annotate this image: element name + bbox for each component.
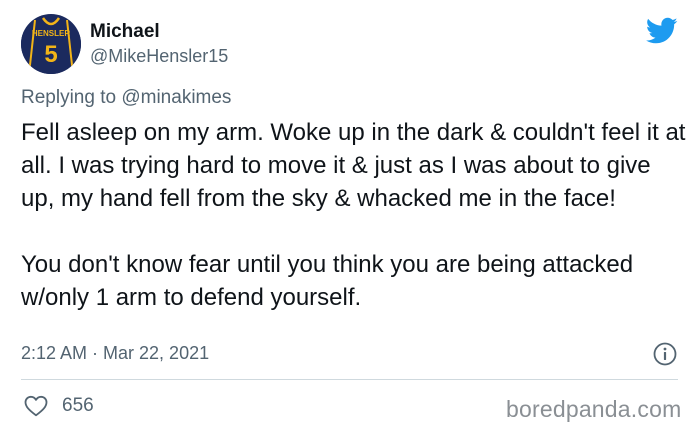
watermark-logo: boredpanda.com	[506, 396, 682, 422]
avatar[interactable]: HENSLER 5	[21, 14, 81, 74]
tweet-timestamp[interactable]: 2:12 AM · Mar 22, 2021	[21, 341, 209, 365]
author-handle[interactable]: @MikeHensler15	[90, 44, 228, 68]
tweet-card: HENSLER 5 Michael @MikeHensler15 Replyin…	[0, 0, 700, 433]
tweet-text: Fell asleep on my arm. Woke up in the da…	[21, 119, 686, 311]
jersey-number: 5	[44, 41, 57, 68]
replying-to-label: Replying to	[21, 87, 117, 108]
jersey-name: HENSLER	[32, 29, 70, 38]
author-display-name[interactable]: Michael	[90, 20, 160, 44]
reply-mention-link[interactable]: @minakimes	[121, 87, 231, 108]
jersey-avatar-image: HENSLER 5	[21, 14, 81, 74]
divider	[21, 379, 678, 380]
like-count: 656	[62, 395, 94, 416]
info-icon[interactable]	[652, 341, 678, 367]
heart-icon[interactable]	[24, 395, 48, 417]
replying-to-line: Replying to @minakimes	[21, 86, 231, 110]
twitter-bird-icon[interactable]	[646, 17, 678, 45]
